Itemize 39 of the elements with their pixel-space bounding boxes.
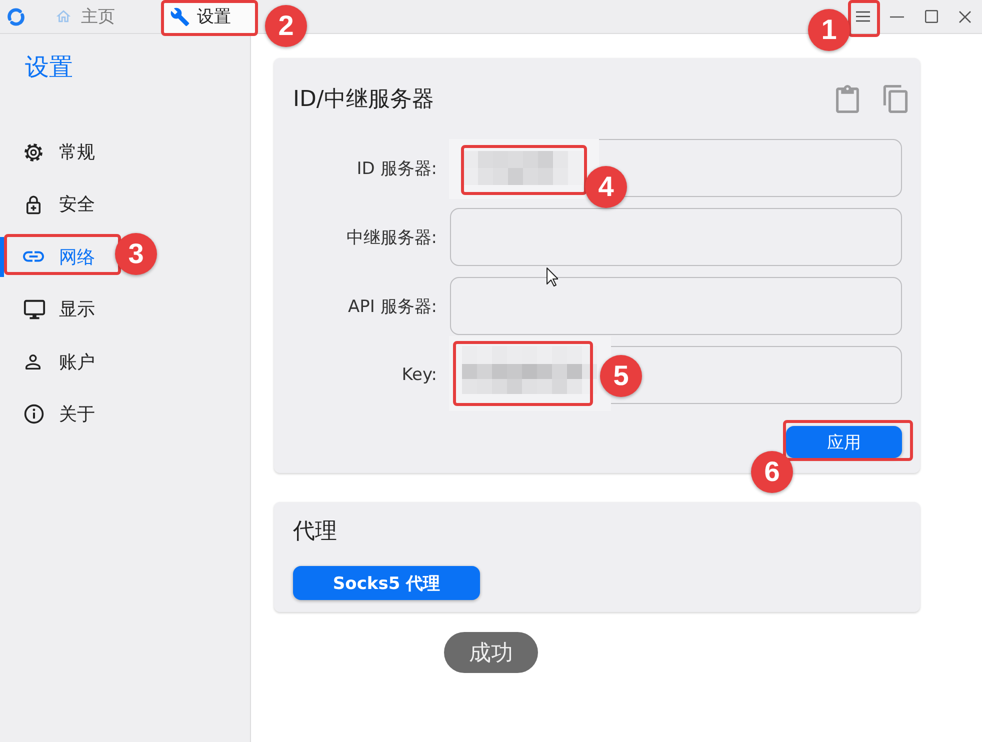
sidebar-item[interactable]: 网络 bbox=[0, 236, 112, 277]
card-title: ID/中继服务器 bbox=[293, 86, 434, 114]
field-label: 中继服务器: bbox=[346, 226, 437, 248]
sidebar-item[interactable]: 安全 bbox=[0, 184, 112, 224]
field-label: Key: bbox=[402, 365, 437, 385]
sidebar-item[interactable]: 关于 bbox=[0, 394, 112, 434]
card-title: 代理 bbox=[293, 518, 337, 546]
gear-icon bbox=[23, 142, 44, 162]
wrench-icon bbox=[170, 6, 190, 26]
api-server-field[interactable] bbox=[450, 277, 902, 335]
paste-button[interactable] bbox=[836, 85, 859, 113]
clipboard-icon bbox=[836, 85, 859, 113]
copy-icon bbox=[883, 85, 908, 113]
field-label: API 服务器: bbox=[348, 296, 437, 318]
apply-button[interactable]: 应用 bbox=[786, 426, 902, 458]
link-icon bbox=[23, 251, 44, 262]
step-number-badge: 1 bbox=[808, 9, 850, 51]
menu-icon bbox=[856, 11, 870, 22]
mouse-cursor-icon bbox=[546, 267, 558, 287]
sidebar-item[interactable]: 账户 bbox=[0, 342, 112, 382]
sidebar-title: 设置 bbox=[25, 52, 73, 83]
info-icon bbox=[23, 402, 45, 425]
socks5-proxy-button[interactable]: Socks5 代理 bbox=[293, 566, 480, 600]
maximize-icon bbox=[924, 10, 938, 23]
copy-button[interactable] bbox=[883, 85, 908, 113]
close-icon bbox=[959, 10, 971, 22]
app-logo-icon bbox=[6, 7, 26, 27]
id-server-field[interactable] bbox=[450, 139, 902, 197]
success-toast: 成功 bbox=[444, 632, 538, 673]
tab[interactable]: 主页 bbox=[45, 0, 162, 33]
field-label: ID 服务器: bbox=[356, 158, 437, 180]
step-number-badge: 6 bbox=[751, 451, 793, 493]
person-icon bbox=[23, 352, 43, 372]
sidebar-item[interactable]: 显示 bbox=[0, 289, 112, 330]
relay-server-field[interactable] bbox=[450, 208, 902, 266]
minimize-icon bbox=[890, 16, 904, 18]
home-icon bbox=[55, 8, 72, 25]
sidebar-item[interactable]: 常规 bbox=[0, 132, 112, 172]
monitor-icon bbox=[23, 298, 46, 321]
